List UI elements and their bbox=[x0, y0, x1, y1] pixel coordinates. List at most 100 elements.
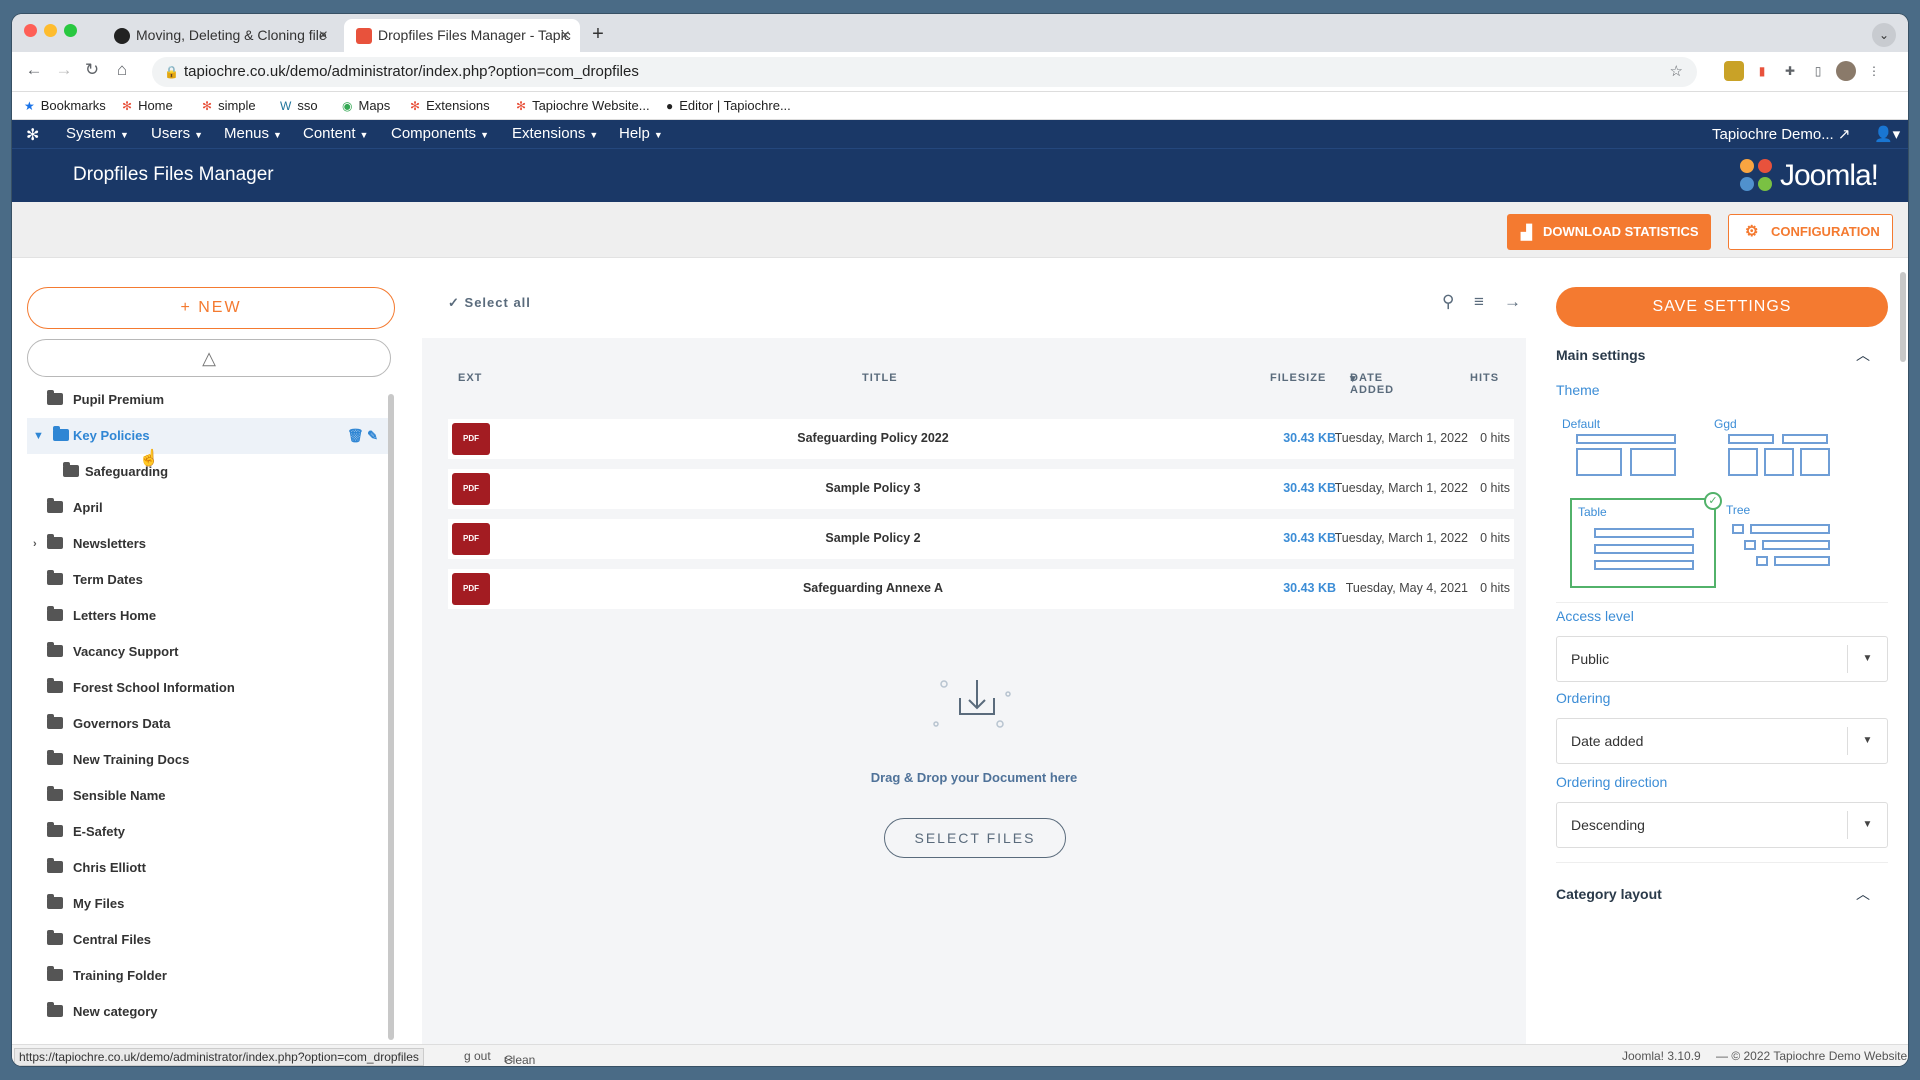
menu-help[interactable]: Help ▼ bbox=[619, 125, 663, 142]
category-item-active[interactable]: ▼ Key Policies 🗑 ✎ bbox=[27, 418, 390, 454]
theme-option-default[interactable]: Default bbox=[1556, 412, 1702, 502]
chevron-down-icon[interactable]: ▼ bbox=[33, 418, 44, 454]
download-statistics-button[interactable]: ▟ DOWNLOAD STATISTICS bbox=[1507, 214, 1711, 250]
category-item[interactable]: Safeguarding bbox=[27, 454, 390, 490]
bookmark-item[interactable]: ✻ Home bbox=[122, 98, 173, 113]
google-drive-button[interactable]: △ bbox=[27, 339, 391, 377]
category-item[interactable]: April bbox=[27, 490, 390, 526]
category-item[interactable]: Pupil Premium bbox=[27, 382, 390, 418]
forward-icon[interactable]: → bbox=[52, 60, 76, 80]
bookmark-item[interactable]: ★ Bookmarks bbox=[24, 98, 106, 113]
chevron-up-icon[interactable]: ︿ bbox=[1856, 884, 1870, 904]
address-bar[interactable]: 🔒 tapiochre.co.uk/demo/administrator/ind… bbox=[152, 57, 1697, 87]
new-tab-button[interactable]: + bbox=[586, 23, 610, 47]
table-row[interactable]: PDF Safeguarding Annexe A 30.43 KB Tuesd… bbox=[448, 569, 1514, 609]
wordpress-icon: ● bbox=[666, 99, 674, 113]
category-item[interactable]: Letters Home bbox=[27, 598, 390, 634]
category-item[interactable]: Central Files bbox=[27, 922, 390, 958]
settings-scrollbar[interactable] bbox=[1900, 272, 1906, 362]
bookmark-item[interactable]: Wsso bbox=[280, 98, 318, 113]
sidebar-scrollbar[interactable] bbox=[388, 394, 394, 1040]
close-tab-icon[interactable]: × bbox=[561, 19, 570, 52]
joomla-menu-icon[interactable]: ✻ bbox=[26, 125, 39, 145]
category-layout-heading[interactable]: Category layout bbox=[1556, 886, 1662, 902]
bookmark-item[interactable]: ✻ Extensions bbox=[410, 98, 490, 113]
extension-icon[interactable]: ▮ bbox=[1752, 61, 1772, 81]
table-row[interactable]: PDF Sample Policy 2 30.43 KB Tuesday, Ma… bbox=[448, 519, 1514, 559]
bookmark-item[interactable]: ✻ simple bbox=[202, 98, 256, 113]
category-item[interactable]: My Files bbox=[27, 886, 390, 922]
filter-icon[interactable]: ≡ bbox=[1474, 292, 1484, 312]
minimize-window-button[interactable] bbox=[44, 24, 57, 37]
browser-tab-active[interactable]: Dropfiles Files Manager - Tapic × bbox=[344, 19, 580, 52]
configuration-button[interactable]: ⚙ CONFIGURATION bbox=[1728, 214, 1893, 250]
bookmark-item[interactable]: ● Editor | Tapiochre... bbox=[666, 98, 791, 113]
avatar[interactable] bbox=[1836, 61, 1856, 81]
select-all-button[interactable]: ✓ Select all bbox=[448, 295, 531, 311]
menu-extensions[interactable]: Extensions ▼ bbox=[512, 125, 598, 142]
ordering-direction-select[interactable]: Descending ▼ bbox=[1556, 802, 1888, 848]
maximize-window-button[interactable] bbox=[64, 24, 77, 37]
theme-option-ggd[interactable]: Ggd bbox=[1708, 412, 1854, 502]
category-item[interactable]: New category bbox=[27, 994, 390, 1030]
folder-icon bbox=[47, 534, 63, 549]
chevron-right-icon[interactable]: › bbox=[33, 526, 37, 562]
ordering-select[interactable]: Date added ▼ bbox=[1556, 718, 1888, 764]
browser-tab[interactable]: Moving, Deleting & Cloning file × bbox=[102, 19, 338, 52]
theme-option-tree[interactable]: Tree bbox=[1720, 498, 1866, 588]
tab-search-icon[interactable]: ⌄ bbox=[1872, 23, 1896, 47]
sidepanel-icon[interactable]: ▯ bbox=[1808, 61, 1828, 81]
edit-icon[interactable]: ✎ bbox=[367, 428, 378, 443]
reload-icon[interactable]: ↻ bbox=[80, 60, 104, 80]
close-tab-icon[interactable]: × bbox=[319, 19, 328, 52]
chevron-up-icon[interactable]: ︿ bbox=[1856, 345, 1870, 365]
menu-users[interactable]: Users ▼ bbox=[151, 125, 203, 142]
category-item[interactable]: E-Safety bbox=[27, 814, 390, 850]
category-item[interactable]: Training Folder bbox=[27, 958, 390, 994]
main-settings-heading[interactable]: Main settings bbox=[1556, 347, 1645, 363]
category-item[interactable]: Vacancy Support bbox=[27, 634, 390, 670]
site-link[interactable]: Tapiochre Demo... ↗ bbox=[1712, 125, 1850, 143]
puzzle-icon[interactable]: ✚ bbox=[1780, 61, 1800, 81]
save-settings-button[interactable]: SAVE SETTINGS bbox=[1556, 287, 1888, 327]
user-menu-icon[interactable]: 👤▾ bbox=[1874, 125, 1900, 143]
column-ext[interactable]: EXT bbox=[458, 372, 482, 384]
category-item[interactable]: Chris Elliott bbox=[27, 850, 390, 886]
theme-option-table[interactable]: Table ✓ bbox=[1570, 492, 1722, 588]
arrow-right-icon[interactable]: → bbox=[1504, 292, 1521, 312]
folder-icon bbox=[47, 570, 63, 585]
bookmark-star-icon[interactable]: ☆ bbox=[1670, 57, 1683, 87]
category-item[interactable]: Sensible Name bbox=[27, 778, 390, 814]
back-icon[interactable]: ← bbox=[22, 60, 46, 80]
folder-icon bbox=[63, 462, 79, 477]
select-files-button[interactable]: SELECT FILES bbox=[884, 818, 1066, 858]
menu-components[interactable]: Components ▼ bbox=[391, 125, 489, 142]
column-title[interactable]: TITLE bbox=[862, 372, 898, 384]
close-window-button[interactable] bbox=[24, 24, 37, 37]
new-category-button[interactable]: + NEW bbox=[27, 287, 395, 329]
menu-content[interactable]: Content ▼ bbox=[303, 125, 368, 142]
file-date: Tuesday, May 4, 2021 bbox=[1345, 581, 1468, 595]
extension-icon[interactable] bbox=[1724, 61, 1744, 81]
category-item[interactable]: Forest School Information bbox=[27, 670, 390, 706]
menu-menus[interactable]: Menus ▼ bbox=[224, 125, 282, 142]
file-hits: 0 hits bbox=[1480, 481, 1510, 495]
table-row[interactable]: PDF Safeguarding Policy 2022 30.43 KB Tu… bbox=[448, 419, 1514, 459]
bookmark-item[interactable]: ◉ Maps bbox=[342, 98, 390, 113]
table-row[interactable]: PDF Sample Policy 3 30.43 KB Tuesday, Ma… bbox=[448, 469, 1514, 509]
logout-link[interactable]: g out bbox=[464, 1049, 491, 1063]
divider bbox=[1556, 862, 1888, 863]
menu-icon[interactable]: ⋮ bbox=[1864, 61, 1884, 81]
category-item[interactable]: › Newsletters bbox=[27, 526, 390, 562]
menu-system[interactable]: System ▼ bbox=[66, 125, 129, 142]
category-item[interactable]: Governors Data bbox=[27, 706, 390, 742]
column-filesize[interactable]: FILESIZE bbox=[1270, 372, 1326, 384]
access-level-select[interactable]: Public ▼ bbox=[1556, 636, 1888, 682]
trash-icon[interactable]: 🗑 bbox=[347, 428, 364, 443]
home-icon[interactable]: ⌂ bbox=[110, 60, 134, 80]
category-item[interactable]: New Training Docs bbox=[27, 742, 390, 778]
search-icon[interactable]: ⚲ bbox=[1442, 292, 1454, 312]
column-hits[interactable]: HITS bbox=[1470, 372, 1499, 384]
category-item[interactable]: Term Dates bbox=[27, 562, 390, 598]
bookmark-item[interactable]: ✻ Tapiochre Website... bbox=[516, 98, 650, 113]
